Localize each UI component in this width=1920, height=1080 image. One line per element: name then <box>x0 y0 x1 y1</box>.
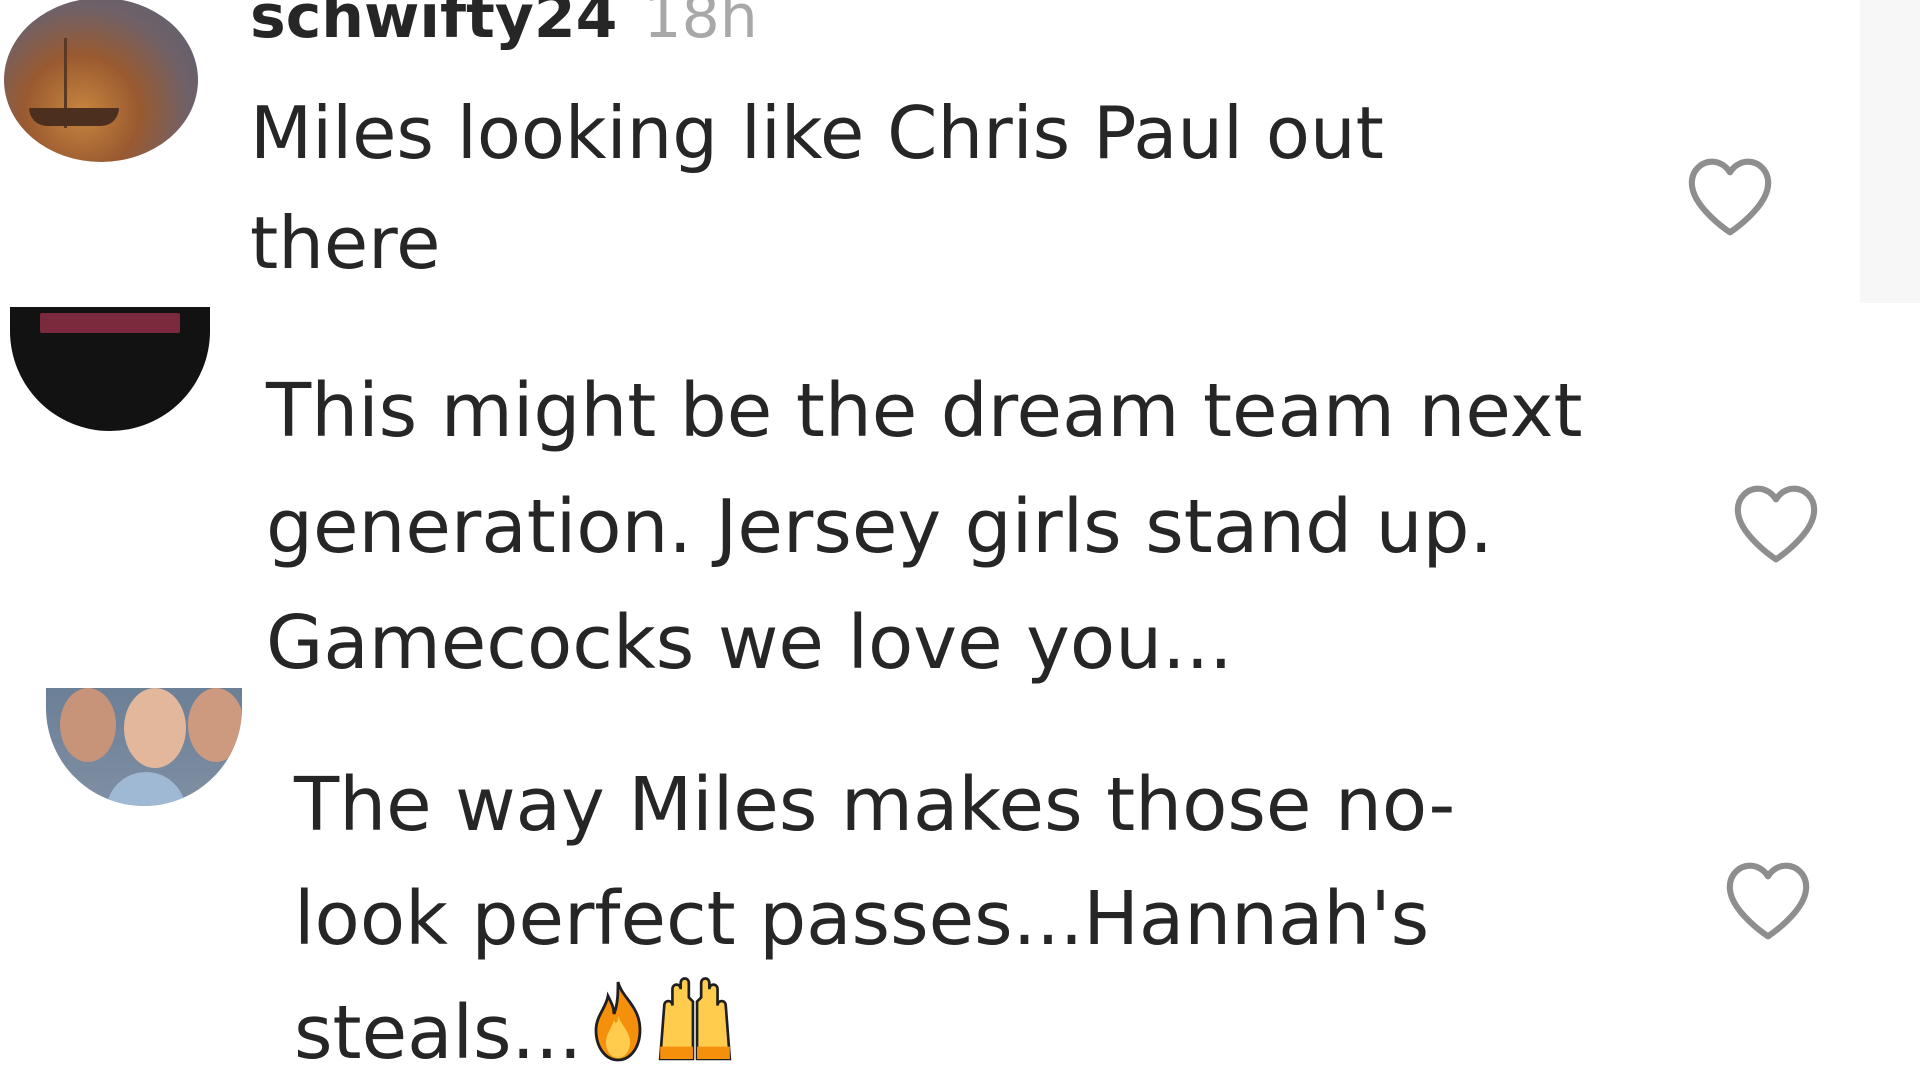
panel-edge <box>1860 0 1920 303</box>
comment-item: The way Miles makes those no-look perfec… <box>0 688 1920 1080</box>
comment-username[interactable]: schwifty24 18h <box>250 0 758 52</box>
comment-text: Miles looking like Chris Paul out there <box>250 91 1384 285</box>
team-logo-graphic <box>40 313 180 333</box>
user-avatar[interactable] <box>10 307 210 431</box>
face-graphic <box>188 688 242 762</box>
user-avatar[interactable] <box>46 688 242 806</box>
user-avatar[interactable] <box>4 0 198 162</box>
ship-hull-graphic <box>29 108 119 126</box>
face-graphic <box>124 688 186 768</box>
comment-username-clipped <box>296 688 866 702</box>
heart-outline-icon[interactable] <box>1728 481 1824 565</box>
comments-screenshot-collage: schwifty24 18h Miles looking like Chris P… <box>0 0 1920 1080</box>
comment-item: schwifty24 18h Miles looking like Chris P… <box>0 0 1920 303</box>
fire-emoji <box>594 981 642 1062</box>
comment-username-clipped <box>268 303 1298 317</box>
comment-item: This might be the dream team next genera… <box>0 303 1920 688</box>
heart-outline-icon[interactable] <box>1720 858 1816 942</box>
username-text[interactable]: schwifty24 <box>250 0 617 52</box>
comment-text: The way Miles makes those no-look perfec… <box>294 748 1594 1080</box>
comment-text: This might be the dream team next genera… <box>266 368 1583 686</box>
shirt-graphic <box>106 772 186 806</box>
raised-hands-emoji <box>658 977 732 1061</box>
comment-timestamp: 18h <box>643 0 758 52</box>
heart-outline-icon[interactable] <box>1682 154 1778 238</box>
face-graphic <box>60 688 116 762</box>
comment-text-body: The way Miles makes those no-look perfec… <box>294 762 1456 1076</box>
